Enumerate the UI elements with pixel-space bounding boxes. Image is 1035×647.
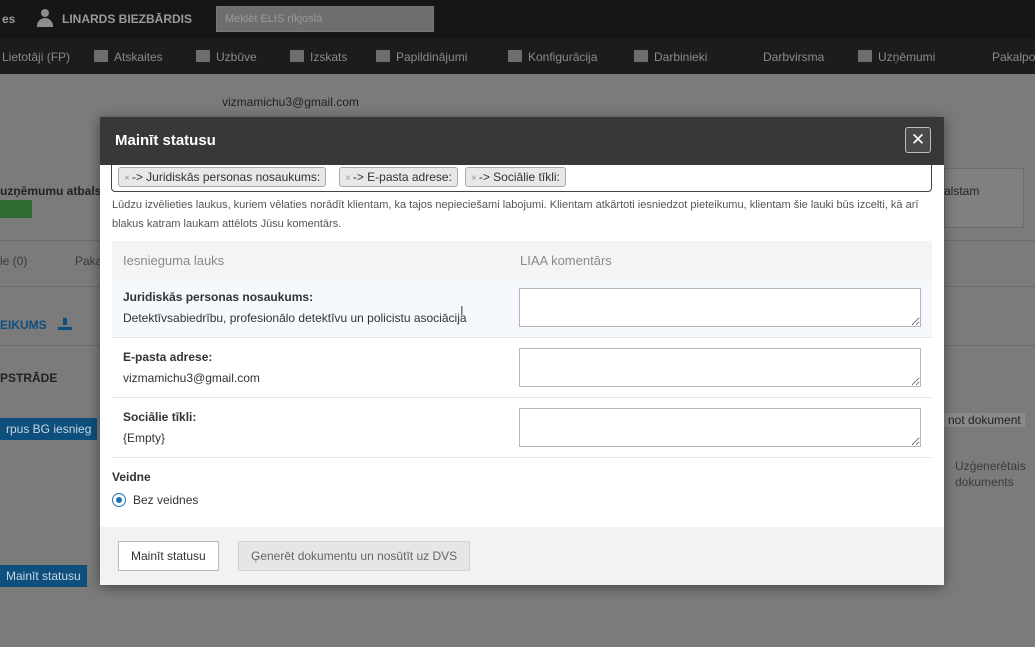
top-bar-fragment: es [2,12,16,26]
instruction-text: Lūdzu izvēlieties laukus, kuriem vēlatie… [112,199,919,230]
field-value: {Empty} [123,431,166,445]
nav-item-structure[interactable]: Uzbūve [196,50,257,64]
admin-nav: Lietotāji (FP) Atskaites Uzbūve Izskats … [0,38,1035,74]
table-row: E-pasta adrese: vizmamichu3@gmail.com [112,339,932,398]
text-cursor-icon: I [460,303,464,318]
bg-section-title-2: PSTRĀDE [0,371,58,385]
nav-item-users[interactable]: Lietotāji (FP) [2,50,70,64]
bg-progress [0,200,32,218]
field-value: vizmamichu3@gmail.com [123,371,260,385]
bg-document-button[interactable]: not dokument [944,413,1025,427]
chart-icon [94,50,108,62]
template-radio-label[interactable]: Bez veidnes [133,493,198,507]
nav-item-appearance[interactable]: Izskats [290,50,347,64]
field-label: E-pasta adrese: [123,350,213,364]
tag-remove-icon[interactable]: × [345,173,351,184]
plugin-icon [376,50,390,62]
structure-icon [196,50,210,62]
close-icon[interactable]: ✕ [905,127,931,153]
change-status-button[interactable]: Mainīt statusu [118,541,219,571]
change-status-modal: Mainīt statusu ✕ × -> Juridiskās personas… [100,117,944,585]
toolbar-search-input[interactable]: Meklēt ELIS rīkjoslā [216,6,434,32]
top-bar: es LINARDS BIEZBĀRDIS Meklēt ELIS rīkjos… [0,0,1035,38]
nav-item-services[interactable]: Pakalpo [992,50,1035,64]
modal-footer: Mainīt statusu Ģenerēt dokumentu un nosū… [100,527,944,585]
comment-textarea-email[interactable] [519,348,921,387]
bg-change-status-button[interactable]: Mainīt statusu [0,565,87,587]
staff-icon [634,50,648,62]
tag-email[interactable]: × -> E-pasta adrese: [339,167,458,187]
tag-social[interactable]: × -> Sociālie tīkli: [465,167,566,187]
table-row: Juridiskās personas nosaukums: Detektīvs… [112,279,932,338]
generate-document-button[interactable]: Ģenerēt dokumentu un nosūtīt uz DVS [238,541,471,571]
tag-remove-icon[interactable]: × [471,173,477,184]
field-tags-input[interactable]: × -> Juridiskās personas nosaukums: × -> E… [111,165,932,192]
bg-outside-button[interactable]: rpus BG iesnieg [0,418,98,440]
bg-tab-2[interactable]: Paka [75,254,102,268]
comment-textarea-legal-name[interactable] [519,288,921,327]
company-icon [858,50,872,62]
nav-item-reports[interactable]: Atskaites [94,50,163,64]
column-header-comment: LIAA komentārs [520,253,612,268]
modal-title: Mainīt statusu [115,132,216,149]
table-row: Sociālie tīkli: {Empty} [112,399,932,458]
nav-item-configuration[interactable]: Konfigurācija [508,50,597,64]
user-name[interactable]: LINARDS BIEZBĀRDIS [62,12,192,26]
bg-email: vizmamichu3@gmail.com [222,95,359,109]
table-header: Iesnieguma lauks LIAA komentārs [112,241,932,279]
nav-item-dashboard[interactable]: Darbvirsma [763,50,824,64]
nav-item-plugins[interactable]: Papildinājumi [376,50,467,64]
tag-remove-icon[interactable]: × [124,173,130,184]
tag-legal-name[interactable]: × -> Juridiskās personas nosaukums: [118,167,327,187]
brush-icon [290,50,304,62]
bg-generated-label: Uzģenerētais [955,459,1026,473]
comment-textarea-social[interactable] [519,408,921,447]
user-icon [36,9,54,27]
bg-generated-label-2: dokuments [955,475,1014,489]
bg-right-label: alstam [944,184,980,198]
modal-header: Mainīt statusu ✕ [100,117,944,165]
field-value: Detektīvsabiedrību, profesionālo detektī… [123,311,467,325]
bg-tab-1[interactable]: le (0) [0,254,27,268]
wrench-icon [508,50,522,62]
nav-item-staff[interactable]: Darbinieki [634,50,707,64]
download-icon[interactable] [58,318,72,330]
bg-section-title-1: EIKUMS [0,318,47,332]
field-label: Sociālie tīkli: [123,410,197,424]
bg-support-label: uzņēmumu atbalst [0,184,106,198]
template-label: Veidne [112,470,151,484]
bg-right-panel [944,168,1024,228]
nav-item-companies[interactable]: Uzņēmumi [858,50,935,64]
field-label: Juridiskās personas nosaukums: [123,290,314,304]
template-radio[interactable] [112,493,126,507]
column-header-field: Iesnieguma lauks [123,253,225,268]
